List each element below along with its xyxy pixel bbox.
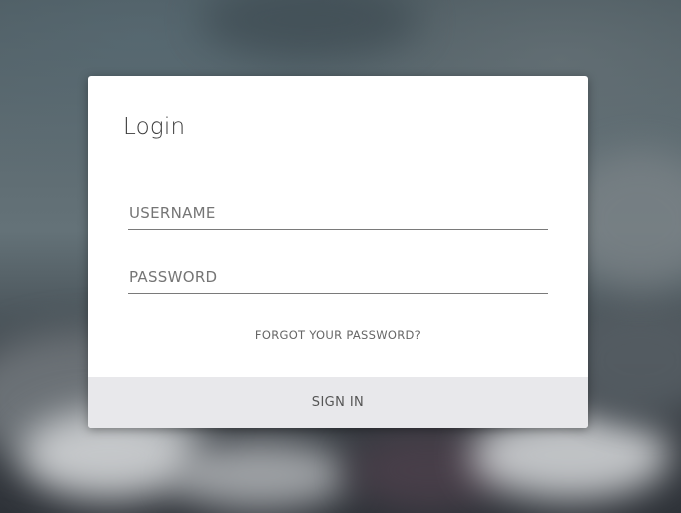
forgot-password-link[interactable]: FORGOT YOUR PASSWORD? xyxy=(88,328,588,342)
background-shape xyxy=(200,0,420,60)
password-field-container xyxy=(128,260,548,294)
login-title: Login xyxy=(123,114,186,140)
password-input[interactable] xyxy=(128,260,548,293)
background-shape xyxy=(170,440,350,510)
sign-in-button[interactable]: SIGN IN xyxy=(88,377,588,428)
username-input[interactable] xyxy=(128,196,548,229)
login-card: Login FORGOT YOUR PASSWORD? SIGN IN xyxy=(88,76,588,428)
username-field-container xyxy=(128,196,548,230)
